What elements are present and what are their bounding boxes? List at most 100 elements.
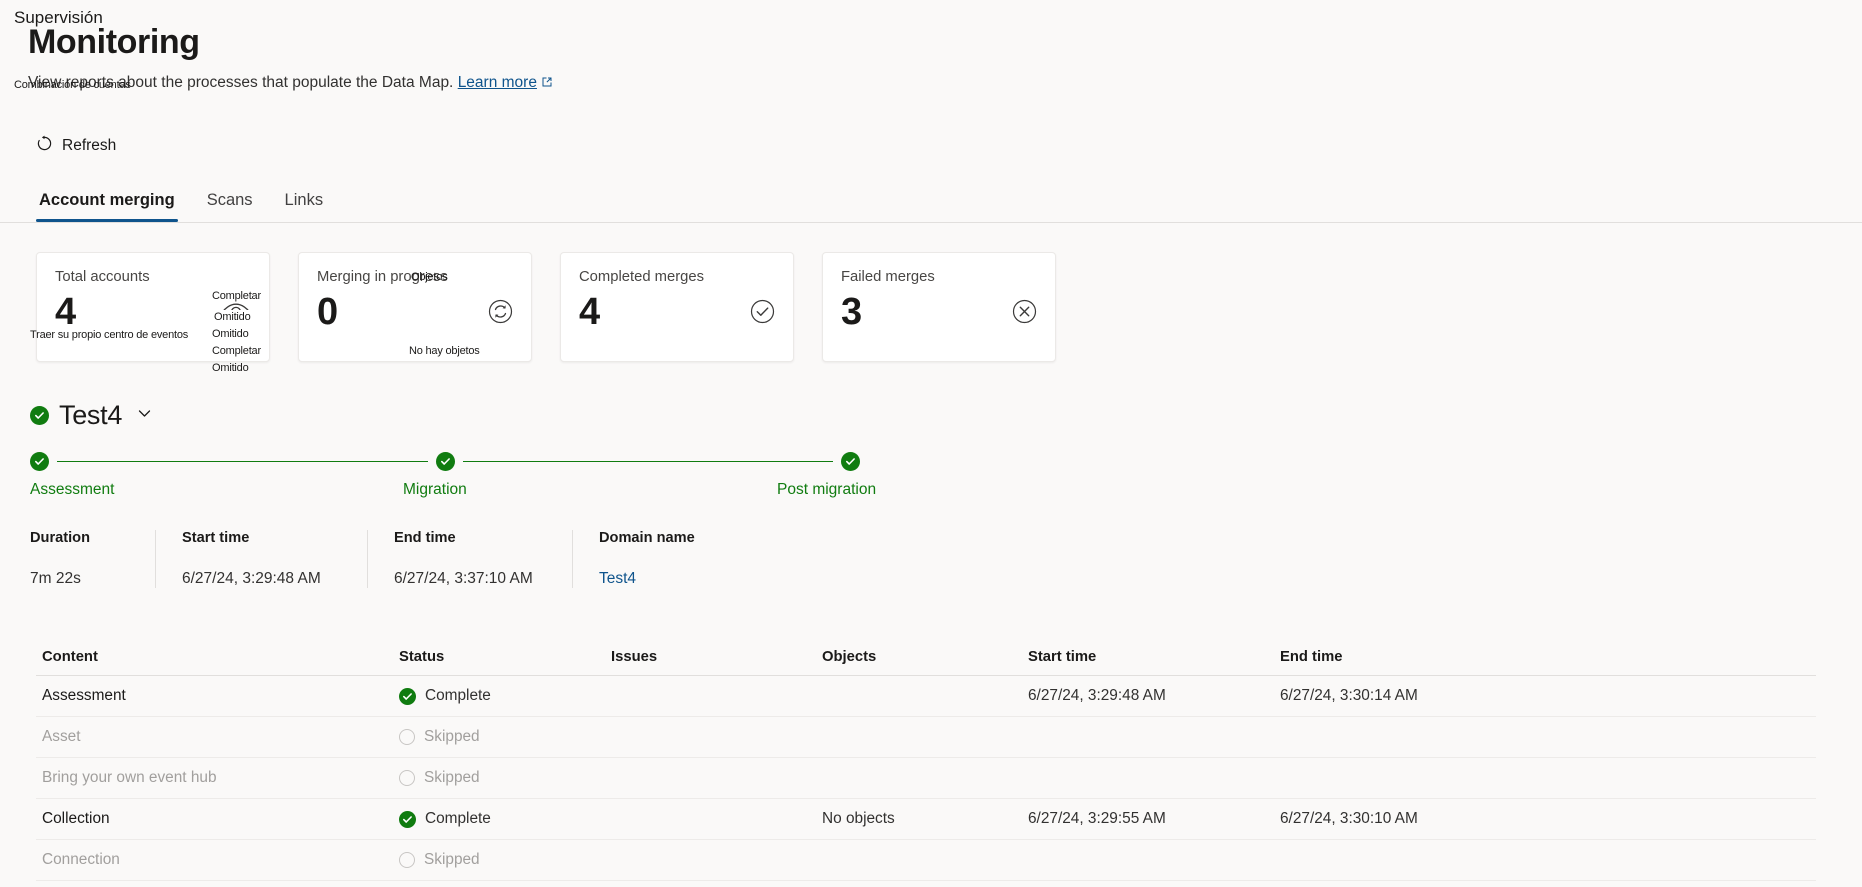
stepper-node-migration	[435, 451, 455, 471]
learn-more-link[interactable]: Learn more	[458, 74, 537, 91]
cell-start-time: 6/27/24, 3:29:55 AM	[1028, 810, 1166, 827]
page-header: Monitoring View reports about the proces…	[0, 0, 1862, 94]
sync-icon	[488, 299, 513, 324]
cell-content: Asset	[42, 728, 81, 745]
check-circle-filled-icon	[30, 406, 49, 425]
overlay-status-3: Omitido	[212, 362, 249, 374]
refresh-icon	[36, 135, 53, 157]
column-header-objects: Objects	[822, 648, 877, 665]
stepper-label-migration: Migration	[403, 481, 467, 498]
overlay-objects-label: Objetos	[411, 271, 448, 283]
tab-account-merging[interactable]: Account merging	[36, 187, 178, 222]
detail-domain-name-value[interactable]: Test4	[599, 570, 746, 588]
table-row[interactable]: Connection Skipped	[36, 840, 1816, 881]
detail-end-time-key: End time	[394, 530, 456, 546]
cell-status-label: Skipped	[424, 728, 480, 745]
overlay-status-2: Completar	[212, 345, 261, 357]
detail-domain-name: Domain name Test4	[572, 530, 772, 588]
stepper-line-1	[57, 460, 428, 462]
cell-status: Skipped	[393, 851, 605, 869]
cell-status: Complete	[393, 687, 605, 705]
cell-status: Skipped	[393, 769, 605, 787]
command-bar: Refresh	[28, 129, 124, 163]
card-total-accounts-value: 4	[55, 290, 76, 333]
column-header-issues: Issues	[611, 648, 658, 665]
monitoring-page: Supervisión Combinación de cuentas Compl…	[0, 0, 1862, 887]
column-header-content: Content	[42, 648, 98, 665]
stepper-node-assessment	[30, 451, 49, 471]
tab-bar: Account merging Scans Links	[0, 178, 1862, 223]
cell-content: Bring your own event hub	[42, 769, 217, 786]
detail-start-time-value: 6/27/24, 3:29:48 AM	[182, 570, 321, 587]
run-details: Duration 7m 22s Start time 6/27/24, 3:29…	[30, 530, 772, 588]
column-header-start-time: Start time	[1028, 648, 1097, 665]
table-row[interactable]: Collection Complete No objects 6/27/24, …	[36, 799, 1816, 840]
run-header: Test4	[30, 400, 153, 431]
stepper-labels: Assessment Migration Post migration	[30, 481, 876, 505]
tab-list: Account merging Scans Links	[0, 178, 1862, 222]
table-row[interactable]: Bring your own event hub Skipped	[36, 758, 1816, 799]
overlay-account-merging-label: Combinación de cuentas	[14, 79, 131, 91]
detail-domain-name-key: Domain name	[599, 530, 695, 546]
detail-duration-key: Duration	[30, 530, 90, 546]
tab-links[interactable]: Links	[282, 187, 327, 222]
status-skipped-icon	[399, 729, 415, 745]
overlay-bring-own-event-hub-label: Traer su propio centro de eventos	[30, 329, 189, 341]
cell-status-label: Skipped	[424, 851, 480, 868]
refresh-label: Refresh	[62, 137, 117, 154]
chevron-down-icon[interactable]	[136, 405, 153, 427]
cell-status-label: Skipped	[424, 769, 480, 786]
cell-objects: No objects	[822, 810, 895, 827]
cell-status-label: Complete	[425, 810, 491, 827]
overlay-status-1: Omitido	[212, 328, 249, 340]
card-completed-merges-value: 4	[579, 290, 600, 333]
cell-end-time: 6/27/24, 3:30:10 AM	[1280, 810, 1418, 827]
table-row[interactable]: Asset Skipped	[36, 717, 1816, 758]
cell-start-time: 6/27/24, 3:29:48 AM	[1028, 687, 1166, 704]
table-header-row: Content Status Issues Objects Start time…	[36, 638, 1816, 676]
status-complete-icon	[399, 687, 416, 705]
overlay-status-0: Omitido	[212, 310, 253, 324]
check-circle-icon	[750, 299, 775, 324]
cell-status: Complete	[393, 810, 605, 828]
detail-start-time: Start time 6/27/24, 3:29:48 AM	[155, 530, 367, 588]
page-subtitle: View reports about the processes that po…	[28, 73, 1834, 94]
tab-scans[interactable]: Scans	[204, 187, 256, 222]
detail-end-time: End time 6/27/24, 3:37:10 AM	[367, 530, 572, 588]
detail-duration: Duration 7m 22s	[30, 530, 155, 588]
detail-duration-value: 7m 22s	[30, 570, 81, 587]
error-circle-icon	[1012, 299, 1037, 324]
run-name: Test4	[59, 400, 123, 430]
column-header-end-time: End time	[1280, 648, 1343, 665]
table-row[interactable]: Assessment Complete 6/27/24, 3:29:48 AM …	[36, 676, 1816, 717]
detail-end-time-value: 6/27/24, 3:37:10 AM	[394, 570, 533, 587]
status-skipped-icon	[399, 770, 415, 786]
status-complete-icon	[399, 810, 416, 828]
tab-divider	[0, 222, 1862, 223]
cell-status: Skipped	[393, 728, 605, 746]
card-completed-merges[interactable]: Completed merges 4	[560, 252, 794, 362]
card-failed-merges[interactable]: Failed merges 3	[822, 252, 1056, 362]
card-total-accounts-label: Total accounts	[55, 269, 150, 285]
content-table: Content Status Issues Objects Start time…	[36, 638, 1816, 881]
refresh-button[interactable]: Refresh	[28, 129, 124, 163]
overlay-supervision-label: Supervisión	[14, 8, 103, 27]
stepper-line-2	[462, 460, 833, 462]
stepper-label-assessment: Assessment	[30, 481, 115, 498]
card-failed-merges-label: Failed merges	[841, 269, 935, 285]
cell-content: Connection	[42, 851, 120, 868]
detail-start-time-key: Start time	[182, 530, 250, 546]
overlay-no-objects-label: No hay objetos	[409, 345, 480, 357]
page-title: Monitoring	[28, 23, 200, 61]
stepper-label-post-migration: Post migration	[777, 481, 877, 498]
card-failed-merges-value: 3	[841, 290, 862, 333]
cell-content: Assessment	[42, 687, 126, 704]
column-header-status: Status	[399, 648, 445, 665]
stepper-track	[30, 450, 860, 472]
overlay-eye-complete-label: Completar	[212, 290, 261, 302]
progress-stepper: Assessment Migration Post migration	[30, 450, 876, 505]
stepper-node-post-migration	[841, 451, 860, 471]
external-link-icon	[541, 74, 553, 94]
card-completed-merges-label: Completed merges	[579, 269, 705, 285]
cell-status-label: Complete	[425, 687, 491, 704]
